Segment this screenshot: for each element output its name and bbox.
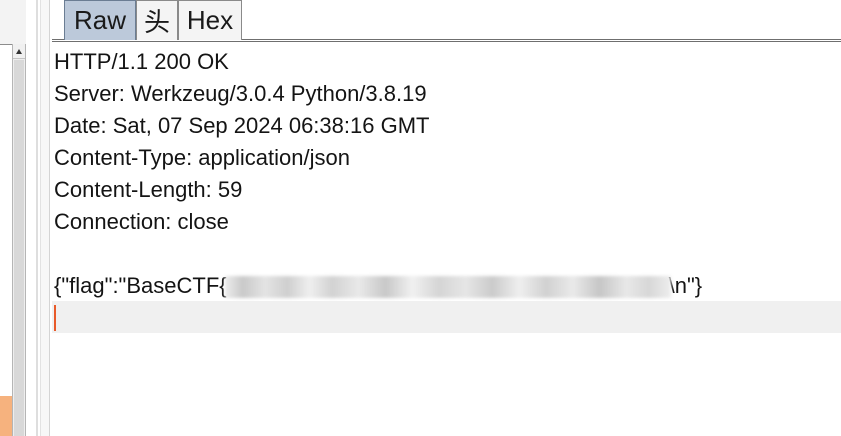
left-scrollbar[interactable] (12, 44, 26, 436)
response-editor[interactable]: HTTP/1.1 200 OK Server: Werkzeug/3.0.4 P… (52, 44, 841, 436)
header-line: Date: Sat, 07 Sep 2024 06:38:16 GMT (54, 113, 430, 138)
body-line: {"flag":"BaseCTF{ \n"} (54, 270, 702, 302)
tab-raw[interactable]: Raw (64, 0, 136, 40)
redacted-flag (224, 276, 671, 299)
left-pane (0, 0, 36, 436)
body-prefix: {"flag":"BaseCTF{ (54, 273, 227, 298)
text-caret (54, 305, 56, 331)
highlight-marker (0, 396, 12, 436)
current-line-highlight (52, 301, 841, 333)
tab-bar-line (52, 41, 841, 42)
tab-headers[interactable]: 头 (136, 0, 178, 40)
tab-hex[interactable]: Hex (178, 0, 242, 40)
pane-divider (36, 0, 38, 436)
header-line: Content-Length: 59 (54, 177, 243, 202)
tab-bar: Raw 头 Hex (52, 0, 841, 43)
header-line: Content-Type: application/json (54, 145, 350, 170)
scroll-up-arrow-icon[interactable] (13, 44, 25, 59)
body-suffix: \n"} (668, 273, 703, 298)
split-handle[interactable] (40, 0, 50, 436)
http-response-viewer: Raw 头 Hex HTTP/1.1 200 OK Server: Werkze… (0, 0, 841, 436)
scrollbar-thumb[interactable] (14, 60, 24, 436)
status-line: HTTP/1.1 200 OK (54, 49, 229, 74)
header-line: Connection: close (54, 209, 229, 234)
left-pane-header (0, 0, 26, 45)
header-line: Server: Werkzeug/3.0.4 Python/3.8.19 (54, 81, 427, 106)
